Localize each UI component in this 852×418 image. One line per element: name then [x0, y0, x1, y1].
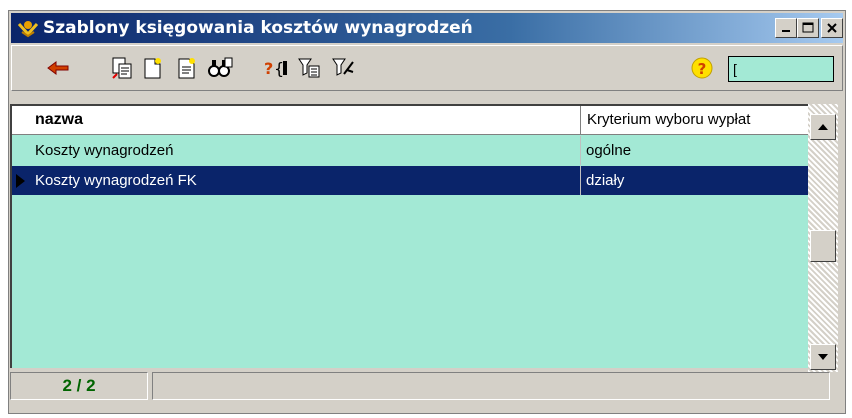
search-binoculars-icon — [208, 57, 233, 77]
scrollbar-thumb[interactable] — [810, 230, 836, 262]
copy-record-icon — [112, 57, 132, 79]
table-row[interactable]: Koszty wynagrodzeń FK działy — [12, 166, 820, 195]
cell-kryterium: ogólne — [586, 142, 632, 159]
search-button[interactable] — [206, 55, 234, 81]
query-button[interactable]: ? { — [262, 55, 290, 81]
help-button[interactable]: ? — [688, 55, 716, 81]
minimize-button[interactable] — [775, 18, 797, 38]
close-button[interactable] — [821, 18, 843, 38]
help-icon: ? — [691, 57, 713, 79]
filter-input[interactable]: [ — [728, 56, 834, 82]
current-row-indicator-icon — [16, 174, 25, 188]
filter-list-icon — [298, 58, 320, 78]
data-grid: nazwa Kryterium wyboru wypłat Koszty wyn… — [10, 104, 820, 368]
cell-kryterium: działy — [586, 172, 625, 189]
grid-header: nazwa Kryterium wyboru wypłat — [12, 106, 820, 135]
svg-text:?: ? — [698, 60, 707, 78]
title-bar[interactable]: Szablony księgowania kosztów wynagrodzeń — [11, 13, 843, 43]
copy-record-button[interactable] — [108, 55, 136, 81]
minimize-icon — [782, 30, 790, 32]
scroll-down-button[interactable] — [810, 344, 836, 370]
column-header-nazwa[interactable]: nazwa — [35, 111, 83, 129]
maximize-icon — [802, 22, 814, 33]
record-counter: 2 / 2 — [10, 372, 148, 400]
status-bar: 2 / 2 — [10, 372, 830, 400]
new-record-button[interactable] — [138, 55, 166, 81]
scroll-up-button[interactable] — [810, 114, 836, 140]
cell-nazwa: Koszty wynagrodzeń FK — [35, 172, 197, 189]
filter-icon — [332, 58, 354, 76]
close-icon — [827, 23, 837, 33]
arrow-up-icon — [818, 124, 828, 130]
toolbar: ? { ? [ — [11, 45, 843, 91]
maximize-button[interactable] — [797, 18, 819, 38]
back-arrow-icon — [47, 61, 69, 75]
app-icon — [17, 21, 39, 38]
back-button[interactable] — [44, 55, 72, 81]
edit-record-icon — [178, 58, 195, 79]
window-title: Szablony księgowania kosztów wynagrodzeń — [43, 18, 473, 38]
table-row[interactable]: Koszty wynagrodzeń ogólne — [12, 136, 820, 165]
filter-list-button[interactable] — [296, 55, 324, 81]
status-message — [152, 372, 830, 400]
query-icon: ? { — [264, 59, 287, 78]
column-header-kryterium[interactable]: Kryterium wyboru wypłat — [580, 106, 820, 134]
new-record-icon — [144, 58, 161, 79]
arrow-down-icon — [818, 354, 828, 360]
vertical-scrollbar[interactable] — [808, 104, 838, 372]
edit-record-button[interactable] — [172, 55, 200, 81]
filter-button[interactable] — [330, 55, 358, 81]
svg-text:{: { — [274, 59, 284, 78]
cell-nazwa: Koszty wynagrodzeń — [35, 142, 174, 159]
svg-text:?: ? — [264, 59, 273, 78]
